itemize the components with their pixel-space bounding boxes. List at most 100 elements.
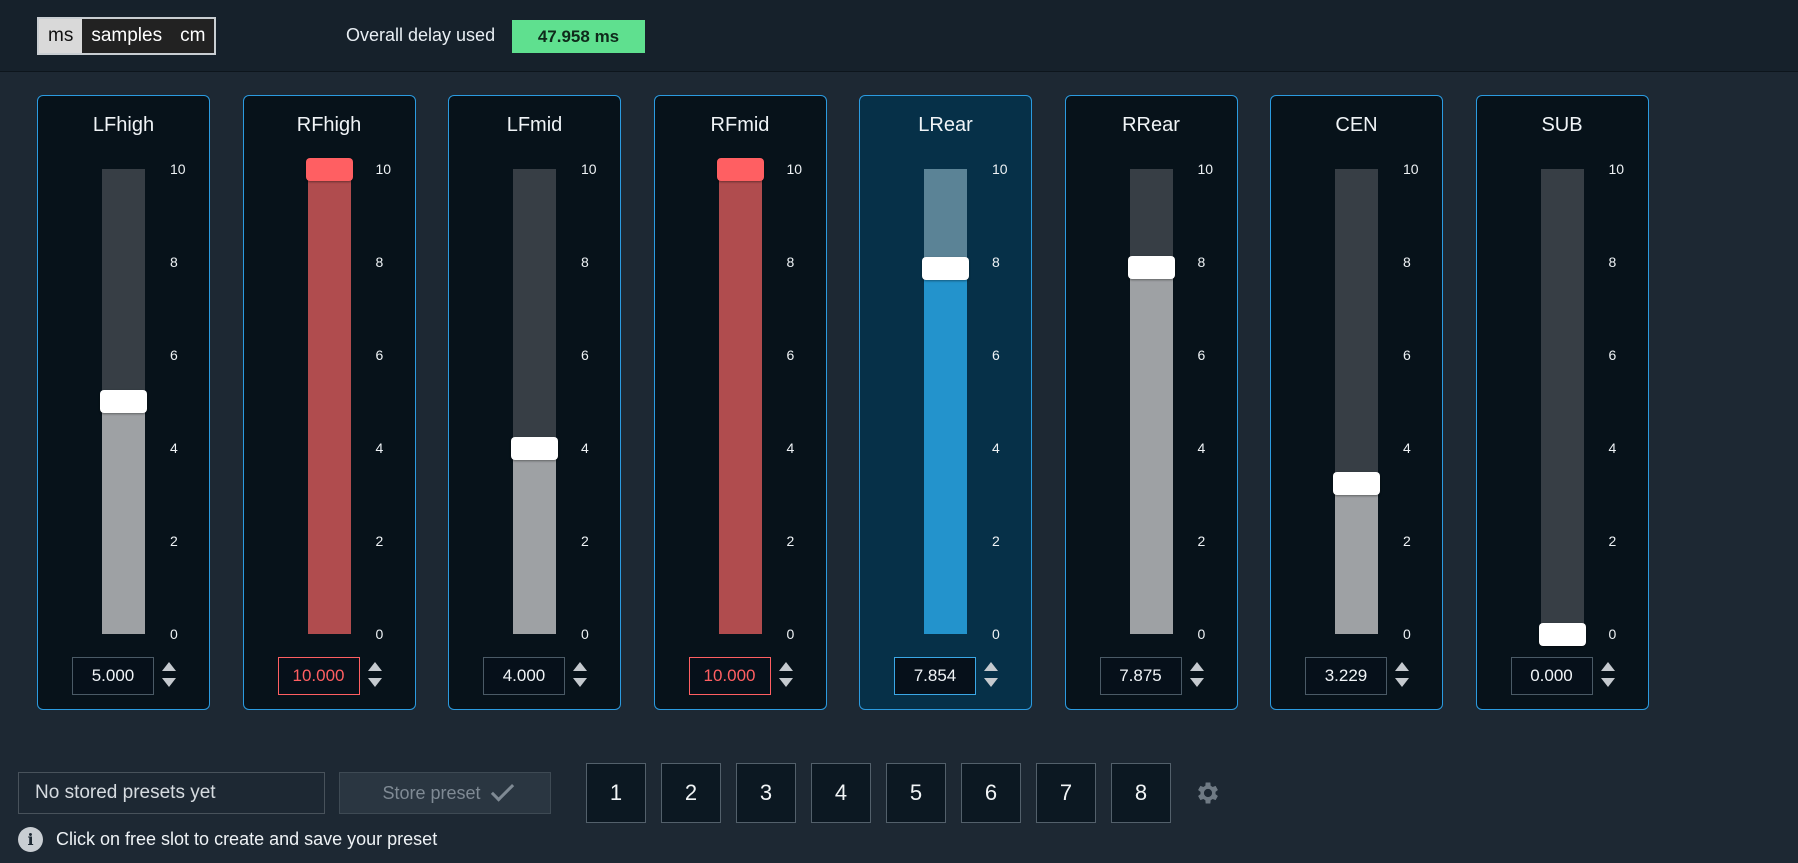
scale-tick-label: 0 [1197,626,1206,642]
scale-tick-label: 8 [992,254,1000,270]
slider-handle[interactable] [1127,256,1175,280]
slider-track[interactable] [716,157,764,634]
delay-value-input[interactable]: 3.229 [1305,657,1387,695]
decrement-arrow-icon[interactable] [162,678,176,687]
increment-arrow-icon[interactable] [573,662,587,671]
slider-track[interactable] [1127,169,1175,634]
decrement-arrow-icon[interactable] [367,678,382,687]
increment-arrow-icon[interactable] [1189,662,1204,671]
preset-slot-1[interactable]: 1 [586,763,646,823]
decrement-arrow-icon[interactable] [1600,678,1615,687]
slider-scale: 10 8 6 4 2 0 [375,162,406,641]
delay-value-input[interactable]: 5.000 [72,657,154,695]
slider-fill [102,401,145,634]
unit-samples-button[interactable]: samples [82,19,171,53]
scale-tick-label: 8 [581,254,589,270]
slider-fill [1335,483,1378,634]
slider-fill [718,169,762,634]
scale-tick-label: 2 [581,533,589,549]
delay-value-input[interactable]: 7.875 [1099,657,1182,695]
gear-icon[interactable] [1194,779,1222,807]
scale-tick-label: 6 [1608,347,1617,363]
slider-fill [924,268,967,634]
value-stepper [1599,660,1617,692]
store-preset-button[interactable]: Store preset [339,772,551,814]
slider-handle[interactable] [922,257,969,281]
decrement-arrow-icon[interactable] [1189,678,1204,687]
channel-title: LFhigh [92,114,155,136]
scale-tick-label: 0 [1403,626,1411,642]
scale-tick-label: 4 [1608,440,1617,456]
slider-scale: 10 8 6 4 2 0 [1403,162,1433,641]
increment-arrow-icon[interactable] [367,662,382,671]
increment-arrow-icon[interactable] [1395,662,1409,671]
scale-tick-label: 2 [170,533,178,549]
slider-track[interactable] [305,157,353,634]
value-stepper [571,660,589,692]
preset-slot-5[interactable]: 5 [886,763,946,823]
decrement-arrow-icon[interactable] [778,678,793,687]
preset-name-field[interactable]: No stored presets yet [18,772,325,814]
decrement-arrow-icon[interactable] [1395,678,1409,687]
preset-slot-2[interactable]: 2 [661,763,721,823]
scale-tick-label: 6 [1403,347,1411,363]
preset-slot-3[interactable]: 3 [736,763,796,823]
slider-handle[interactable] [305,157,353,181]
value-stepper [1393,660,1411,692]
delay-value-input[interactable]: 7.854 [894,657,976,695]
scale-tick-label: 0 [992,626,1000,642]
scale-tick-label: 8 [786,254,795,270]
scale-tick-label: 8 [170,254,178,270]
scale-tick-label: 8 [1197,254,1206,270]
scale-tick-label: 4 [992,440,1000,456]
scale-tick-label: 10 [581,161,597,177]
slider-handle[interactable] [716,157,764,181]
channel-strip-sub: SUB 10 8 6 4 2 0 0.000 [1475,95,1649,710]
slider-handle[interactable] [1538,622,1586,646]
scale-tick-label: 10 [170,161,186,177]
scale-tick-label: 10 [375,161,392,177]
slider-scale: 10 8 6 4 2 0 [786,162,817,641]
increment-arrow-icon[interactable] [778,662,793,671]
scale-tick-label: 8 [375,254,384,270]
scale-tick-label: 10 [786,161,803,177]
decrement-arrow-icon[interactable] [984,678,998,687]
decrement-arrow-icon[interactable] [573,678,587,687]
slider-track[interactable] [511,169,558,634]
store-preset-label: Store preset [382,782,481,803]
channel-strip-lfmid: LFmid 10 8 6 4 2 0 4.000 [448,95,621,710]
slider-track[interactable] [1333,169,1380,634]
value-stepper [366,660,384,692]
slider-handle[interactable] [100,390,147,413]
preset-slot-4[interactable]: 4 [811,763,871,823]
slider-track[interactable] [1538,169,1586,646]
slider-track[interactable] [922,169,969,634]
preset-slot-6[interactable]: 6 [961,763,1021,823]
unit-cm-button[interactable]: cm [171,19,214,53]
unit-ms-button[interactable]: ms [39,19,83,53]
channel-title: RFmid [710,114,770,136]
slider-handle[interactable] [1333,472,1380,496]
increment-arrow-icon[interactable] [1600,662,1615,671]
delay-value-input[interactable]: 10.000 [688,657,771,695]
value-stepper [1188,660,1206,692]
scale-tick-label: 4 [375,440,384,456]
slider-track[interactable] [100,169,147,634]
delay-value-input[interactable]: 10.000 [277,657,360,695]
scale-tick-label: 6 [786,347,795,363]
scale-tick-label: 0 [170,626,178,642]
increment-arrow-icon[interactable] [984,662,998,671]
slider-handle[interactable] [511,436,558,460]
delay-value-input[interactable]: 4.000 [483,657,565,695]
increment-arrow-icon[interactable] [162,662,176,671]
scale-tick-label: 10 [1197,161,1214,177]
preset-slot-8[interactable]: 8 [1111,763,1171,823]
slider-fill [307,169,351,634]
scale-tick-label: 0 [581,626,589,642]
preset-slot-7[interactable]: 7 [1036,763,1096,823]
delay-value-input[interactable]: 0.000 [1510,657,1593,695]
slider-fill [513,448,556,634]
scale-tick-label: 2 [1197,533,1206,549]
scale-tick-label: 8 [1403,254,1411,270]
slider-scale: 10 8 6 4 2 0 [170,162,200,641]
